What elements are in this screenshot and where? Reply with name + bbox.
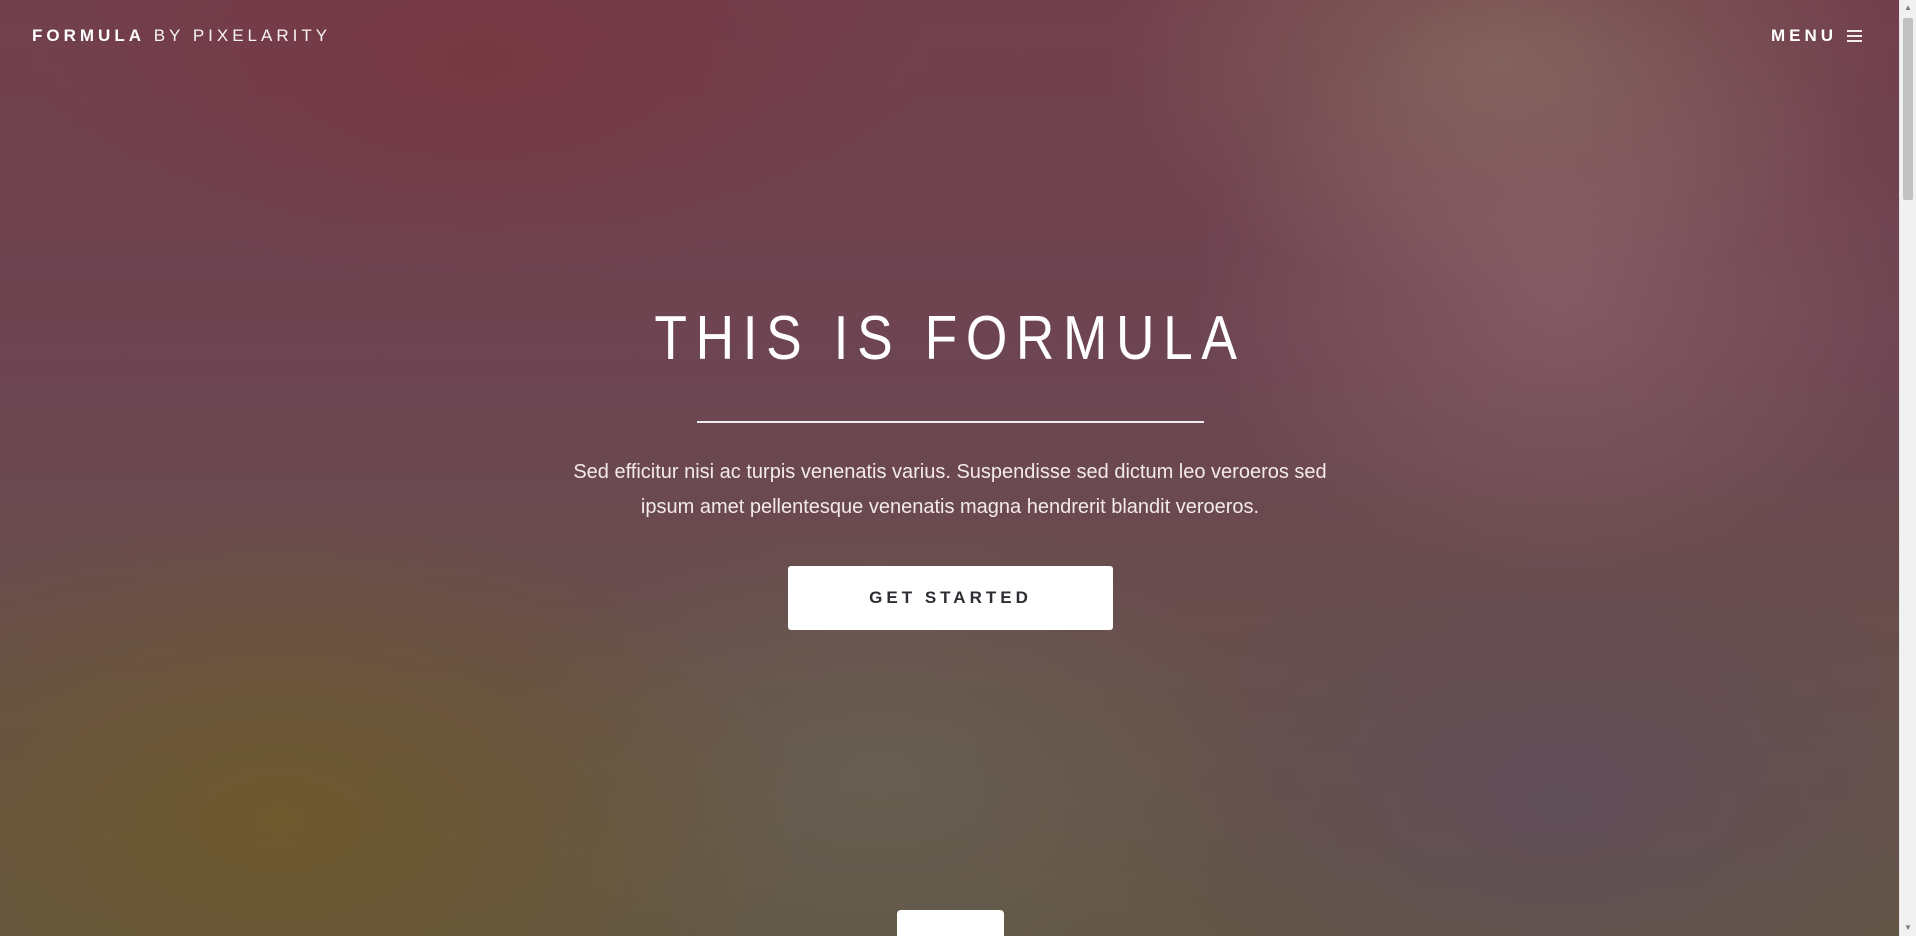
hero-divider	[697, 421, 1204, 423]
scroll-up-arrow-icon[interactable]: ▲	[1900, 0, 1916, 16]
scrollbar-thumb[interactable]	[1903, 18, 1913, 200]
hero-section: THIS IS FORMULA Sed efficitur nisi ac tu…	[0, 0, 1900, 936]
scroll-down-arrow-icon[interactable]: ▼	[1900, 920, 1916, 936]
page: FORMULA BY PIXELARITY MENU THIS IS FORMU…	[0, 0, 1916, 936]
hero-title: THIS IS FORMULA	[654, 304, 1246, 373]
hero-description: Sed efficitur nisi ac turpis venenatis v…	[573, 461, 1327, 518]
scroll-down-tab[interactable]	[897, 910, 1004, 936]
get-started-button[interactable]: GET STARTED	[788, 566, 1113, 630]
page-scrollbar[interactable]: ▲ ▼	[1899, 0, 1916, 936]
